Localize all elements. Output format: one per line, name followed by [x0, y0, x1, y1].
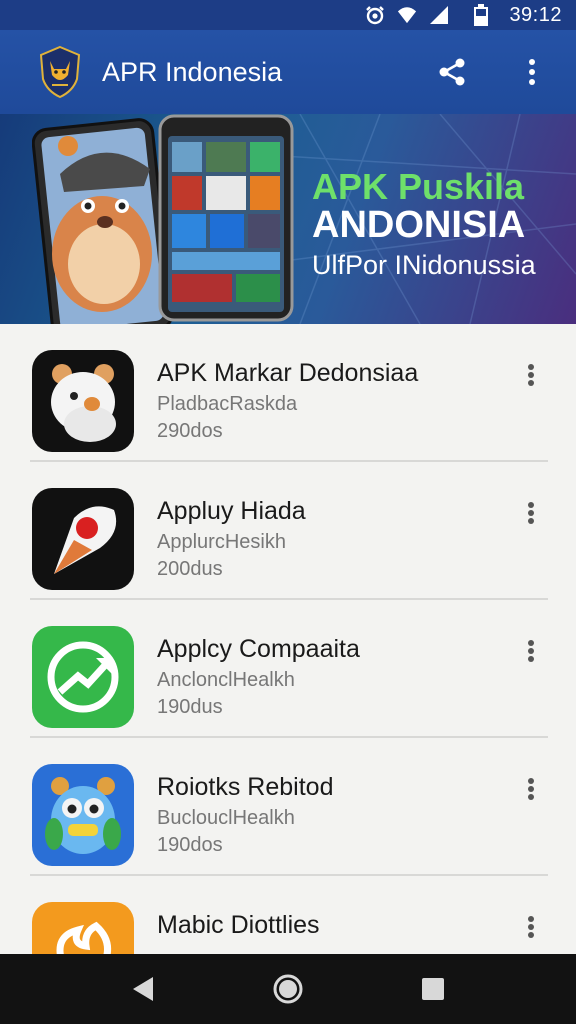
- app-name: Roiotks Rebitod: [157, 773, 334, 801]
- app-name: Appluy Hiada: [157, 497, 306, 525]
- list-item[interactable]: Applcy Compaaita AnclonclHealkh 190dus: [0, 600, 576, 738]
- more-vert-icon[interactable]: [516, 912, 546, 942]
- phones-illustration: [32, 114, 294, 324]
- list-item[interactable]: Appluy Hiada ApplurcHesikh 200dus: [0, 462, 576, 600]
- app-name: Mabic Diottlies: [157, 911, 320, 939]
- app-title: APR Indonesia: [102, 56, 283, 87]
- fox-shield-logo: [38, 45, 82, 99]
- app-icon-tile: [32, 626, 134, 728]
- app-icon-tile: [32, 350, 134, 452]
- share-icon[interactable]: [432, 52, 472, 92]
- app-name: APK Markar Dedonsiaa: [157, 359, 419, 387]
- app-downloads: 190dos: [157, 834, 223, 856]
- status-bar: 39:12: [0, 0, 576, 30]
- app-list: APK Markar Dedonsiaa PladbacRaskda 290do…: [0, 324, 576, 954]
- app-developer: PladbacRaskda: [157, 393, 298, 415]
- robot-owl-icon: [45, 777, 121, 854]
- list-item[interactable]: Mabic Diottlies: [0, 876, 576, 954]
- list-item[interactable]: Roiotks Rebitod BuclouclHealkh 190dos: [0, 738, 576, 876]
- signal-icon: [429, 5, 449, 25]
- home-icon[interactable]: [264, 965, 312, 1013]
- app-developer: ApplurcHesikh: [157, 531, 286, 553]
- app-developer: AnclonclHealkh: [157, 669, 295, 691]
- app-icon-tile: [32, 488, 134, 590]
- wifi-icon: [397, 5, 417, 25]
- status-time: 39:12: [509, 3, 562, 26]
- promo-banner[interactable]: APK Puskila ANDONISIA UlfPor INidonussia: [0, 114, 576, 324]
- app-downloads: 190dus: [157, 696, 223, 718]
- app-downloads: 290dos: [157, 420, 223, 442]
- app-bar-actions: [432, 52, 552, 92]
- banner-headline-line2: ANDONISIA: [312, 204, 526, 246]
- app-icon-tile: [32, 902, 134, 954]
- app-downloads: 200dus: [157, 558, 223, 580]
- more-vert-icon[interactable]: [516, 636, 546, 666]
- system-nav-bar: [0, 954, 576, 1024]
- app-developer: BuclouclHealkh: [157, 807, 295, 829]
- app-name: Applcy Compaaita: [157, 635, 360, 663]
- location-pin-icon: [54, 506, 117, 574]
- more-vert-icon[interactable]: [516, 774, 546, 804]
- banner-headline-line3: UlfPor INidonussia: [312, 250, 536, 280]
- more-vert-icon[interactable]: [516, 498, 546, 528]
- flame-swirl-icon: [56, 921, 112, 954]
- list-item[interactable]: APK Markar Dedonsiaa PladbacRaskda 290do…: [0, 324, 576, 462]
- alarm-icon: [365, 5, 385, 25]
- back-icon[interactable]: [119, 965, 167, 1013]
- more-vert-icon[interactable]: [516, 360, 546, 390]
- battery-icon: [471, 4, 491, 26]
- app-icon-tile: [32, 764, 134, 866]
- more-vert-icon[interactable]: [512, 52, 552, 92]
- trending-arrow-icon: [47, 641, 119, 713]
- banner-headline-line1: APK Puskila: [312, 166, 525, 207]
- polar-bear-icon: [51, 364, 116, 442]
- recents-icon[interactable]: [409, 965, 457, 1013]
- app-bar: APR Indonesia: [0, 30, 576, 114]
